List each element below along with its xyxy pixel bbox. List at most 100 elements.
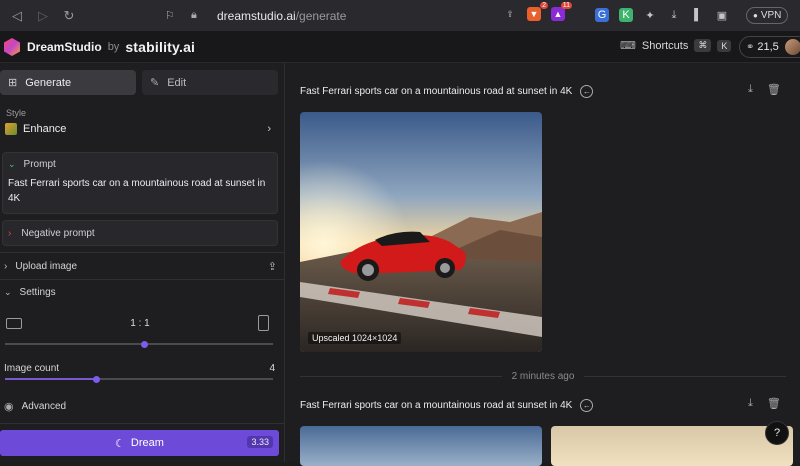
style-label: Style [6, 108, 27, 118]
sidebar: ⊞ Generate ✎ Edit Style Enhance › ⌄ Prom… [0, 63, 285, 462]
mode-tabs: ⊞ Generate ✎ Edit [0, 63, 284, 95]
image-count-slider-thumb[interactable] [92, 375, 100, 383]
upload-image-row[interactable]: › Upload image ⇪ [0, 258, 285, 274]
dream-button[interactable]: ☾ Dream 3.33 [0, 430, 279, 456]
prompt-header[interactable]: ⌄ Prompt [3, 153, 277, 176]
chevron-down-icon: ⌄ [4, 286, 12, 297]
address-bar-actions: ⇪ ▼ 2 ▲ 11 [503, 2, 572, 21]
shortcuts-button[interactable]: ⌨ Shortcuts ⌘ K [620, 39, 732, 52]
shield-badge: 2 [540, 2, 548, 9]
style-thumbnail [5, 123, 17, 135]
url-host: dreamstudio.ai [217, 8, 296, 23]
reuse-prompt-icon[interactable]: ← [580, 399, 594, 412]
divider [0, 423, 285, 424]
k-extension-icon[interactable]: K [619, 8, 633, 22]
edit-icon: ✎ [150, 77, 160, 89]
generations-panel: Fast Ferrari sports car on a mountainous… [286, 63, 800, 466]
ferrari-image [300, 112, 542, 352]
reuse-prompt-icon[interactable]: ← [580, 85, 594, 98]
browser-toolbar: ◁ ▷ ↻ ⚐ 🔒︎ dreamstudio.ai/generate ⇪ ▼ 2 … [0, 0, 800, 31]
app-header: DreamStudio by stability.ai ⌨ Shortcuts … [0, 31, 800, 63]
trash-icon[interactable]: 🗑︎ [767, 83, 781, 96]
advanced-row[interactable]: ◉ Advanced [0, 399, 285, 413]
credits-button[interactable]: ⚭ 21,5 [739, 36, 800, 58]
aspect-ratio-slider-fill [5, 343, 145, 345]
image-count-value: 4 [269, 362, 275, 374]
shortcuts-label: Shortcuts [641, 39, 689, 52]
keyboard-icon: ⌨ [620, 40, 636, 52]
generation-title: Fast Ferrari sports car on a mountainous… [300, 399, 594, 412]
rewards-icon[interactable]: ▲ 11 [551, 2, 572, 21]
help-button[interactable]: ? [765, 421, 789, 445]
moon-icon: ☾ [115, 437, 125, 450]
upload-icon[interactable]: ⇪ [268, 260, 277, 273]
sidebar-icon[interactable]: ▌ [691, 8, 705, 22]
negative-prompt-panel[interactable]: › Negative prompt [2, 220, 278, 246]
translate-icon[interactable]: G [595, 8, 609, 22]
download-icon[interactable]: ⤓ [748, 83, 753, 96]
tab-edit[interactable]: ✎ Edit [142, 70, 278, 95]
image-count-slider-fill [5, 378, 97, 380]
upscaled-label: Upscaled 1024×1024 [308, 332, 402, 344]
prompt-panel: ⌄ Prompt Fast Ferrari sports car on a mo… [2, 152, 278, 214]
divider [0, 252, 285, 253]
chevron-down-icon: ⌄ [8, 159, 16, 169]
generation-actions: ⤓ 🗑︎ [748, 83, 781, 96]
negative-prompt-label: Negative prompt [21, 227, 95, 239]
company-name: stability.ai [125, 38, 196, 55]
aspect-ratio-value: 1 : 1 [130, 318, 150, 329]
generated-image[interactable] [551, 426, 793, 466]
image-count-slider[interactable] [5, 375, 273, 383]
download-icon[interactable]: ⤓ [748, 397, 753, 410]
forward-icon[interactable]: ▷ [34, 7, 52, 25]
puzzle-icon[interactable]: ✦ [643, 8, 657, 22]
chevron-right-icon: › [267, 123, 271, 135]
kbd-k: K [717, 39, 732, 52]
image-count-label: Image count [4, 362, 60, 374]
generated-image[interactable] [300, 426, 542, 466]
trash-icon[interactable]: 🗑︎ [767, 397, 781, 410]
rewards-badge: 11 [560, 2, 572, 9]
style-selector[interactable]: Enhance › [5, 123, 277, 135]
settings-label: Settings [19, 286, 56, 298]
url-path: /generate [295, 8, 347, 23]
kbd-cmd: ⌘ [694, 39, 712, 52]
address-bar[interactable]: ⚐ 🔒︎ dreamstudio.ai/generate ⇪ ▼ 2 ▲ 11 [165, 2, 572, 27]
credits-value: 21,5 [757, 41, 779, 53]
lock-icon: 🔒︎ [191, 9, 197, 21]
extension-icons: G K ✦ ⤓ ▌ ▣ [595, 8, 729, 22]
settings-row[interactable]: ⌄ Settings [0, 284, 285, 300]
tab-edit-label: Edit [167, 76, 187, 89]
eye-icon: ◉ [4, 400, 14, 413]
divider [0, 279, 285, 280]
credits-icon: ⚭ [746, 41, 755, 53]
wallet-icon[interactable]: ▣ [715, 8, 729, 22]
avatar[interactable] [784, 39, 800, 55]
tab-generate-label: Generate [25, 76, 72, 89]
generated-image[interactable]: Upscaled 1024×1024 [300, 112, 542, 352]
time-divider: 2 minutes ago [300, 371, 787, 382]
dreamstudio-logo-icon [4, 37, 20, 56]
portrait-ratio-icon[interactable] [258, 315, 269, 331]
generation-title: Fast Ferrari sports car on a mountainous… [300, 85, 594, 98]
generate-icon: ⊞ [8, 77, 18, 89]
vpn-button[interactable]: ● VPN [746, 7, 789, 24]
aspect-ratio-slider-thumb[interactable] [140, 340, 148, 348]
reload-icon[interactable]: ↻ [60, 7, 78, 25]
share-icon[interactable]: ⇪ [503, 7, 517, 21]
generation-prompt: Fast Ferrari sports car on a mountainous… [300, 400, 573, 411]
prompt-input[interactable]: Fast Ferrari sports car on a mountainous… [3, 176, 277, 206]
vpn-label: VPN [760, 10, 782, 21]
aspect-ratio-slider[interactable] [5, 340, 273, 348]
tab-generate[interactable]: ⊞ Generate [0, 70, 136, 95]
chevron-right-icon: › [8, 227, 12, 239]
brave-shield-icon[interactable]: ▼ 2 [527, 2, 548, 21]
upload-image-label: Upload image [15, 260, 78, 272]
download-icon[interactable]: ⤓ [667, 8, 681, 22]
sidebar-toggle-icon[interactable]: ◁ [8, 7, 26, 25]
generation-actions: ⤓ 🗑︎ [748, 397, 781, 410]
generation-prompt: Fast Ferrari sports car on a mountainous… [300, 86, 573, 97]
bookmark-icon[interactable]: ⚐ [165, 9, 179, 22]
time-label: 2 minutes ago [511, 371, 575, 382]
brand-name: DreamStudio [27, 39, 102, 54]
